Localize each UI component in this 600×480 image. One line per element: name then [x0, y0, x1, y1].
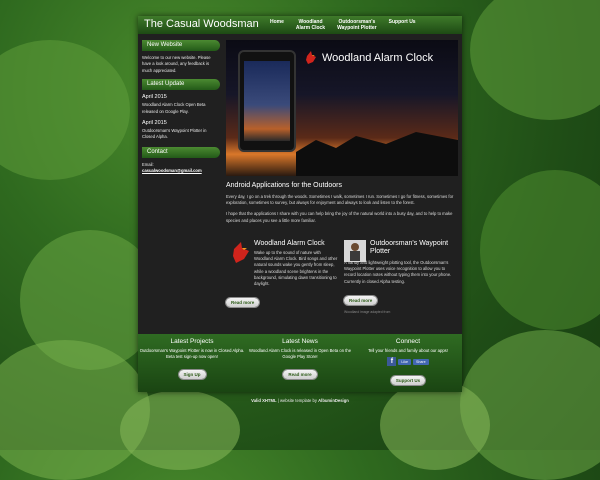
nav-support-us[interactable]: Support Us: [383, 16, 422, 34]
footer-text: Outdoorsman's Waypoint Plotter is now in…: [139, 348, 245, 359]
new-website-text: Welcome to our new website. Please have …: [142, 55, 211, 73]
nav-woodland-alarm-clock[interactable]: Woodland Alarm Clock: [290, 16, 331, 34]
hero-banner: Woodland Alarm Clock: [226, 40, 458, 176]
footer-latest-projects: Latest Projects Outdoorsman's Waypoint P…: [138, 338, 246, 381]
valid-xhtml-link[interactable]: Valid XHTML: [251, 398, 276, 403]
footer-text: Tell your friends and family about our a…: [368, 348, 448, 353]
email-link[interactable]: casualwoodsman@gmail.com: [142, 168, 220, 173]
update-text: Woodland Alarm Clock Open Beta released …: [142, 102, 206, 114]
footer-heading: Latest News: [282, 338, 318, 345]
footer-heading: Latest Projects: [170, 338, 214, 345]
footer-text: Woodland Alarm Clock is released in Open…: [248, 348, 352, 359]
share-button[interactable]: Share: [413, 358, 429, 365]
header-bar: The Casual Woodsman Home Woodland Alarm …: [138, 16, 462, 34]
support-us-button[interactable]: Support Us: [390, 376, 426, 385]
facebook-icon[interactable]: f: [387, 357, 397, 366]
read-more-button[interactable]: Read more: [226, 298, 260, 308]
app-thumbnail: [344, 240, 366, 262]
update-text: Outdoorsman's Waypoint Plotter in Closed…: [142, 128, 207, 140]
designer-link[interactable]: AlbuminDesign: [318, 398, 349, 403]
image-caption: Woodland image adapted from: [344, 309, 391, 314]
intro-heading: Android Applications for the Outdoors: [226, 182, 342, 189]
nav-home[interactable]: Home: [264, 16, 290, 34]
intro-paragraph: Every day, I go on a trek through the wo…: [226, 194, 454, 206]
footer-connect: Connect Tell your friends and family abo…: [354, 338, 462, 387]
footer-band: Latest Projects Outdoorsman's Waypoint P…: [138, 334, 462, 392]
app-card-waypoint-plotter: Outdoorsman's Waypoint Plotter A handy a…: [344, 240, 456, 314]
app-description: A handy and lightweight plotting tool, t…: [344, 260, 452, 284]
like-button[interactable]: Like: [398, 358, 411, 365]
app-card-alarm-clock: Woodland Alarm Clock Wake up to the soun…: [226, 240, 338, 309]
update-date: April 2015: [142, 94, 167, 101]
update-date: April 2015: [142, 120, 167, 127]
sidebar-heading-latest-update: Latest Update: [142, 79, 220, 91]
footer-latest-news: Latest News Woodland Alarm Clock is rele…: [246, 338, 354, 381]
sidebar: New Website Welcome to our new website. …: [142, 40, 220, 173]
nav-waypoint-plotter[interactable]: Outdoorsman's Waypoint Plotter: [331, 16, 383, 34]
read-more-button[interactable]: Read more: [344, 295, 378, 305]
footer-heading: Connect: [395, 338, 421, 345]
social-row: f Like Share: [354, 357, 462, 366]
footer-credit: Valid XHTML | website template by Albumi…: [138, 398, 462, 403]
intro-section: Android Applications for the Outdoors Ev…: [226, 182, 458, 229]
sidebar-heading-contact: Contact: [142, 146, 220, 158]
tree-silhouette: [296, 132, 458, 176]
credit-text: | website template by: [277, 398, 317, 403]
person-icon: [350, 243, 360, 261]
main-nav: Home Woodland Alarm Clock Outdoorsman's …: [264, 16, 422, 34]
sign-up-button[interactable]: Sign Up: [178, 370, 206, 379]
intro-paragraph: I hope that the applications I share wit…: [226, 211, 453, 223]
site-container: The Casual Woodsman Home Woodland Alarm …: [138, 16, 462, 403]
read-more-button[interactable]: Read more: [283, 370, 317, 379]
cardinal-bird-icon: [233, 242, 249, 263]
sidebar-heading-new-website: New Website: [142, 40, 220, 51]
apps-section: Woodland Alarm Clock Wake up to the soun…: [226, 240, 458, 332]
site-title[interactable]: The Casual Woodsman: [144, 18, 259, 30]
